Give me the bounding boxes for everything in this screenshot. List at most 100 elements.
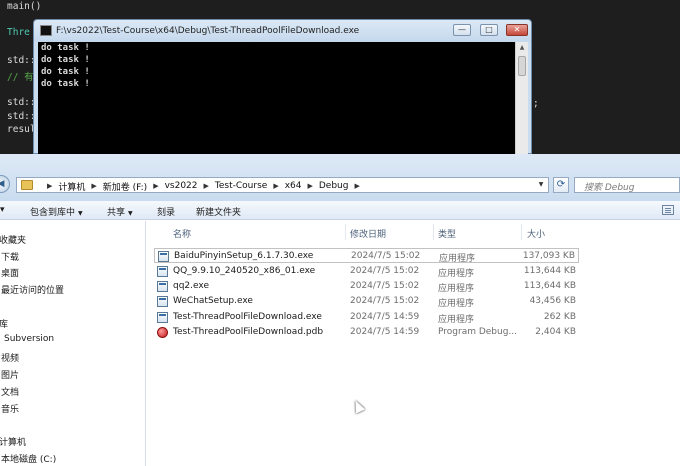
file-row[interactable]: WeChatSetup.exe 2024/7/5 15:02 应用程序 43,4… xyxy=(154,294,579,309)
breadcrumb-item[interactable]: x64 xyxy=(285,181,302,191)
file-type: 应用程序 xyxy=(438,315,475,325)
nav-computer[interactable]: 计算机 xyxy=(0,435,26,448)
application-icon xyxy=(157,296,168,307)
nav-item-label: 视频 xyxy=(1,354,20,364)
nav-item-label: 下载 xyxy=(1,253,20,263)
chevron-right-icon[interactable]: ▶ xyxy=(354,182,359,190)
file-size: 2,404 KB xyxy=(535,327,576,337)
column-divider[interactable] xyxy=(433,224,434,240)
file-row[interactable]: qq2.exe 2024/7/5 15:02 应用程序 113,644 KB xyxy=(154,279,579,294)
burn-button[interactable]: 刻录 xyxy=(157,205,175,218)
refresh-button[interactable]: ⟳ xyxy=(553,177,569,193)
file-size: 113,644 KB xyxy=(523,281,576,291)
file-row[interactable]: Test-ThreadPoolFileDownload.pdb 2024/7/5… xyxy=(154,325,579,340)
console-scrollbar[interactable]: ▲ xyxy=(515,42,528,154)
close-button[interactable]: ✕ xyxy=(506,24,528,36)
column-header-size[interactable]: 大小 xyxy=(527,227,545,240)
nav-item-subversion[interactable]: Subversion xyxy=(4,334,54,344)
code-line: std:: xyxy=(7,111,36,122)
nav-item-drive-c[interactable]: 本地磁盘 (C:) xyxy=(1,452,56,465)
scroll-up-icon[interactable]: ▲ xyxy=(516,42,528,54)
nav-libraries[interactable]: 库 xyxy=(0,317,8,330)
column-divider[interactable] xyxy=(345,224,346,240)
new-folder-button[interactable]: 新建文件夹 xyxy=(196,205,241,218)
nav-item-pictures[interactable]: 图片 xyxy=(1,368,19,381)
file-row[interactable]: Test-ThreadPoolFileDownload.exe 2024/7/5… xyxy=(154,310,579,325)
chevron-right-icon[interactable]: ▶ xyxy=(204,182,209,190)
file-date: 2024/7/5 15:02 xyxy=(350,296,420,306)
nav-item-label: 图片 xyxy=(1,371,20,381)
breadcrumb-item[interactable]: 新加卷 (F:) xyxy=(103,180,147,193)
console-titlebar[interactable]: F:\vs2022\Test-Course\x64\Debug\Test-Thr… xyxy=(34,20,531,42)
code-text: main() xyxy=(7,1,42,12)
file-date: 2024/7/5 15:02 xyxy=(350,281,420,291)
file-row[interactable]: BaiduPinyinSetup_6.1.7.30.exe 2024/7/5 1… xyxy=(154,248,579,264)
back-arrow-icon: ◀ xyxy=(0,179,5,189)
nav-favorites[interactable]: 收藏夹 xyxy=(0,233,26,246)
console-output-line: do task ! xyxy=(41,55,90,65)
nav-item-documents[interactable]: 文档 xyxy=(1,385,19,398)
column-header-date[interactable]: 修改日期 xyxy=(350,227,386,240)
file-type: 应用程序 xyxy=(439,254,476,264)
breadcrumb: ▶ 计算机 ▶ 新加卷 (F:) ▶ vs2022 ▶ Test-Course … xyxy=(41,179,366,193)
organize-caret-icon[interactable]: ▾ xyxy=(0,205,5,215)
file-row[interactable]: QQ_9.9.10_240520_x86_01.exe 2024/7/5 15:… xyxy=(154,264,579,279)
view-options-icon[interactable] xyxy=(662,205,674,215)
search-input[interactable]: 搜索 Debug xyxy=(574,177,680,193)
chevron-right-icon[interactable]: ▶ xyxy=(273,182,278,190)
column-header-name[interactable]: 名称 xyxy=(173,227,191,240)
maximize-button[interactable]: □ xyxy=(480,24,498,36)
code-line: std:: xyxy=(7,55,36,66)
file-size: 113,644 KB xyxy=(523,266,576,276)
minimize-button[interactable]: — xyxy=(453,24,471,36)
console-output-line: do task ! xyxy=(41,79,90,89)
chevron-right-icon[interactable]: ▶ xyxy=(153,182,158,190)
nav-item-recent-places[interactable]: 最近访问的位置 xyxy=(1,283,64,296)
chevron-down-icon[interactable]: ▼ xyxy=(536,179,546,191)
chevron-down-icon: ▼ xyxy=(78,210,83,217)
file-name: Test-ThreadPoolFileDownload.exe xyxy=(173,312,322,322)
code-text: std:: xyxy=(7,55,36,66)
column-header-type[interactable]: 类型 xyxy=(438,227,456,240)
console-window-title: F:\vs2022\Test-Course\x64\Debug\Test-Thr… xyxy=(56,26,360,36)
navigation-pane: 收藏夹 下载 桌面 最近访问的位置 库 Subversion 视频 图片 文档 … xyxy=(0,221,146,466)
refresh-icon: ⟳ xyxy=(556,179,566,190)
chevron-right-icon[interactable]: ▶ xyxy=(47,182,52,190)
file-size: 262 KB xyxy=(543,312,576,322)
code-text: std:: xyxy=(7,111,36,122)
code-text: // 有 xyxy=(7,72,34,83)
nav-item-desktop[interactable]: 桌面 xyxy=(1,266,19,279)
include-in-library-button[interactable]: 包含到库中 ▼ xyxy=(30,205,83,218)
nav-item-label: Subversion xyxy=(4,334,55,344)
nav-item-videos[interactable]: 视频 xyxy=(1,351,19,364)
file-size: 43,456 KB xyxy=(529,296,576,306)
file-name: WeChatSetup.exe xyxy=(173,296,253,306)
breadcrumb-item[interactable]: 计算机 xyxy=(58,180,85,193)
breadcrumb-item[interactable]: Test-Course xyxy=(215,181,267,191)
address-bar[interactable]: ▶ 计算机 ▶ 新加卷 (F:) ▶ vs2022 ▶ Test-Course … xyxy=(16,177,549,193)
chevron-right-icon[interactable]: ▶ xyxy=(91,182,96,190)
console-window[interactable]: F:\vs2022\Test-Course\x64\Debug\Test-Thr… xyxy=(33,19,532,154)
back-button[interactable]: ◀ xyxy=(0,175,10,193)
code-semicolon: ; xyxy=(533,98,539,109)
file-date: 2024/7/5 15:02 xyxy=(351,251,421,261)
share-button[interactable]: 共享 ▼ xyxy=(107,205,133,218)
scrollbar-thumb[interactable] xyxy=(518,56,526,76)
column-divider[interactable] xyxy=(521,224,522,240)
chevron-down-icon: ▼ xyxy=(128,210,133,217)
nav-item-downloads[interactable]: 下载 xyxy=(1,250,19,263)
nav-item-label: 桌面 xyxy=(1,269,20,279)
file-type: 应用程序 xyxy=(438,299,475,309)
chevron-right-icon[interactable]: ▶ xyxy=(307,182,312,190)
console-output[interactable]: do task ! do task ! do task ! do task ! xyxy=(38,42,515,154)
code-line: std:: xyxy=(7,97,36,108)
code-text: Thre xyxy=(7,27,30,38)
nav-item-label: 文档 xyxy=(1,388,20,398)
file-name: qq2.exe xyxy=(173,281,209,291)
breadcrumb-item[interactable]: Debug xyxy=(319,181,349,191)
breadcrumb-item[interactable]: vs2022 xyxy=(165,181,198,191)
toolbar-label: 共享 xyxy=(107,208,126,218)
file-date: 2024/7/5 14:59 xyxy=(350,312,420,322)
nav-item-music[interactable]: 音乐 xyxy=(1,402,19,415)
address-row: ◀ ▶ 计算机 ▶ 新加卷 (F:) ▶ vs2022 ▶ Test-Cours… xyxy=(0,154,680,201)
